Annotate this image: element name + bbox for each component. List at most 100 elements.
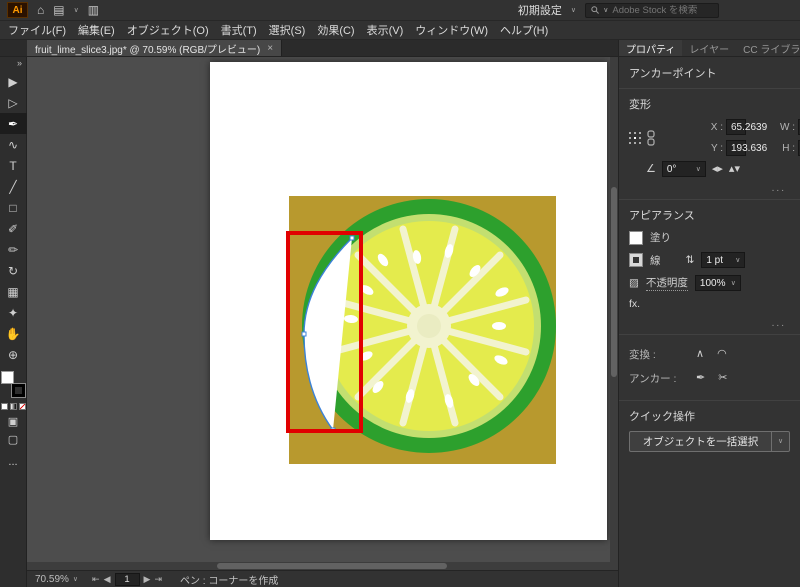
gradient-button[interactable] (10, 403, 17, 410)
quick-actions-section: クイック操作 オブジェクトを一括選択 ∨ (619, 401, 800, 457)
menu-type[interactable]: 書式(T) (215, 22, 263, 38)
search-box[interactable]: ∨ (585, 3, 719, 18)
home-icon[interactable]: ⌂ (37, 4, 44, 16)
anchor-tools-section: 変換 : ∧ ◠ アンカー : ✒ ✂ (619, 335, 800, 400)
lime-svg (289, 196, 556, 464)
stroke-color-swatch[interactable] (629, 253, 643, 267)
add-anchor-icon[interactable]: ✒ (696, 373, 705, 384)
first-artboard-icon[interactable]: ⇤ (92, 574, 100, 585)
search-scope-caret-icon[interactable]: ∨ (603, 7, 608, 14)
lime-illustration (289, 196, 556, 464)
chevron-down-icon[interactable]: ∨ (771, 432, 789, 451)
fill-swatch[interactable] (1, 371, 14, 384)
close-icon[interactable]: × (267, 43, 273, 54)
document-tab-title: fruit_lime_slice3.jpg* @ 70.59% (RGB/プレビ… (35, 41, 260, 56)
paintbrush-tool[interactable]: ✐ (0, 218, 27, 239)
menu-select[interactable]: 選択(S) (263, 22, 312, 38)
zoom-control[interactable]: 70.59% ∨ (35, 574, 78, 585)
appearance-section: アピアランス 塗り 線 ⇅ 1 pt ∨ ▨ 不透明度 100% ∨ fx. .… (619, 200, 800, 334)
zoom-tool[interactable]: ⊕ (0, 344, 27, 365)
reference-point-locator[interactable] (629, 132, 641, 144)
convert-corner-icon[interactable]: ∧ (696, 349, 704, 360)
selection-tool[interactable]: ▶ (0, 71, 27, 92)
search-input[interactable] (612, 5, 713, 16)
menu-edit[interactable]: 編集(E) (72, 22, 121, 38)
stroke-weight-stepper-icon[interactable]: ⇅ (686, 254, 695, 266)
paintbrush-tool-icon: ✐ (8, 223, 18, 235)
stroke-weight-value: 1 pt (706, 255, 723, 266)
document-tab[interactable]: fruit_lime_slice3.jpg* @ 70.59% (RGB/プレビ… (27, 40, 282, 56)
expand-toolbar-icon[interactable]: » (17, 58, 26, 71)
type-tool[interactable]: T (0, 155, 27, 176)
type-tool-icon: T (9, 160, 16, 172)
menu-window[interactable]: ウィンドウ(W) (409, 22, 494, 38)
eyedropper-tool[interactable]: ✦ (0, 302, 27, 323)
draw-mode-icon[interactable]: ▣ (8, 417, 18, 428)
menu-file[interactable]: ファイル(F) (2, 22, 72, 38)
flip-horizontal-icon[interactable]: ◂▸ (712, 164, 723, 175)
curvature-tool-icon: ∿ (8, 139, 18, 151)
appearance-more-options[interactable]: ... (629, 317, 790, 329)
toolbar-more-icon[interactable]: ... (8, 456, 17, 468)
last-artboard-icon[interactable]: ⇥ (154, 574, 162, 585)
shear-field[interactable]: 0° ∨ (662, 161, 706, 177)
gradient-tool[interactable]: ▦ (0, 281, 27, 302)
chevron-down-icon: ∨ (735, 257, 740, 264)
workspace-grid-icon[interactable]: ▤ (53, 4, 64, 16)
previous-artboard-icon[interactable]: ◀ (104, 574, 111, 585)
rotate-tool[interactable]: ↻ (0, 260, 27, 281)
artboard[interactable] (210, 62, 607, 540)
tab-properties[interactable]: プロパティ (619, 40, 682, 56)
flip-vertical-icon[interactable]: ▴▾ (729, 164, 740, 175)
direct-selection-tool[interactable]: ▷ (0, 92, 27, 113)
cut-path-icon[interactable]: ✂ (718, 373, 727, 384)
appearance-title: アピアランス (629, 207, 790, 223)
illustrator-logo[interactable]: Ai (7, 2, 28, 18)
next-artboard-icon[interactable]: ▶ (144, 574, 151, 585)
pencil-tool[interactable]: ✏ (0, 239, 27, 260)
horizontal-scrollbar[interactable] (27, 562, 610, 570)
artboard-number-field[interactable]: 1 (115, 573, 140, 586)
opacity-label[interactable]: 不透明度 (646, 275, 688, 291)
menu-view[interactable]: 表示(V) (361, 22, 410, 38)
quick-actions-title: クイック操作 (629, 408, 790, 424)
constrain-proportions-icon[interactable] (646, 130, 656, 146)
vertical-scrollbar[interactable] (610, 57, 618, 562)
horizontal-scrollbar-thumb[interactable] (217, 563, 447, 569)
x-field[interactable]: 65.2639 (726, 119, 746, 135)
workspace-switcher[interactable]: 初期設定 (518, 2, 562, 18)
arrange-documents-icon[interactable]: ▥ (88, 4, 99, 16)
menu-help[interactable]: ヘルプ(H) (494, 22, 554, 38)
w-label: W : (749, 122, 795, 133)
stroke-weight-field[interactable]: 1 pt ∨ (701, 252, 745, 268)
y-field[interactable]: 193.636 (726, 140, 746, 156)
pen-tool[interactable]: ✒ (0, 113, 27, 134)
screen-mode-icon[interactable]: ▢ (8, 435, 18, 446)
transform-more-options[interactable]: ... (629, 182, 790, 194)
curvature-tool[interactable]: ∿ (0, 134, 27, 155)
rectangle-tool[interactable]: □ (0, 197, 27, 218)
tab-layers[interactable]: レイヤー (682, 40, 736, 56)
menu-object[interactable]: オブジェクト(O) (121, 22, 215, 38)
convert-smooth-icon[interactable]: ◠ (717, 349, 727, 360)
search-icon (591, 5, 599, 15)
status-hint: ペン : コーナーを作成 (180, 572, 278, 587)
rectangle-tool-icon: □ (9, 202, 16, 214)
menu-effect[interactable]: 効果(C) (311, 22, 360, 38)
line-segment-tool[interactable]: ╱ (0, 176, 27, 197)
canvas[interactable] (27, 57, 618, 570)
color-button[interactable] (1, 403, 8, 410)
opacity-field[interactable]: 100% ∨ (695, 275, 741, 291)
stroke-swatch[interactable] (12, 384, 25, 397)
tab-cc-libraries[interactable]: CC ライブラリ (736, 40, 800, 56)
rotate-tool-icon: ↻ (8, 265, 18, 277)
chevron-down-icon: ∨ (571, 7, 576, 14)
hand-tool[interactable]: ✋ (0, 323, 27, 344)
vertical-scrollbar-thumb[interactable] (611, 187, 617, 377)
select-similar-objects-button[interactable]: オブジェクトを一括選択 ∨ (629, 431, 790, 452)
none-button[interactable] (19, 403, 26, 410)
fill-color-swatch[interactable] (629, 231, 643, 245)
direct-selection-tool-icon: ▷ (8, 97, 17, 109)
pencil-tool-icon: ✏ (8, 244, 18, 256)
fx-button[interactable]: fx. (629, 298, 640, 310)
